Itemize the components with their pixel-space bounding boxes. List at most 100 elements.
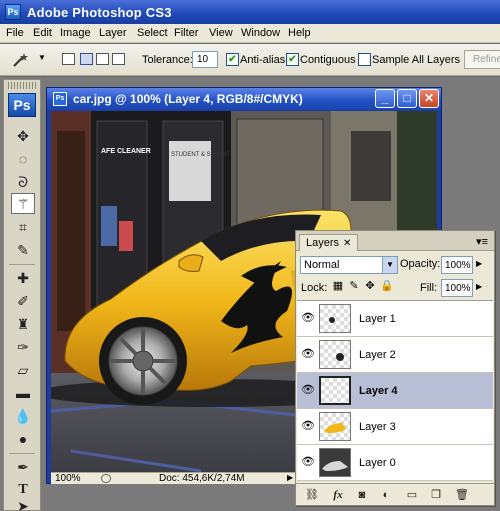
layer-name: Layer 2 [359,349,396,361]
menu-select[interactable]: Select [137,27,168,39]
toolbox-divider [9,264,35,265]
move-tool-icon[interactable]: ✥ [11,126,35,147]
app-title: Adobe Photoshop CS3 [27,5,172,20]
dodge-tool-icon[interactable]: ● [11,429,35,450]
layer-name: Layer 4 [359,385,398,397]
magic-wand-tool-icon[interactable]: ⚚ [11,193,35,214]
layer-style-fx-icon[interactable]: fx [330,488,346,502]
tab-layers-label: Layers [306,237,340,249]
photoshop-logo[interactable]: Ps [8,93,36,117]
tolerance-input[interactable]: 10 [192,51,218,68]
sample-all-layers-checkbox[interactable] [358,53,371,66]
menu-view[interactable]: View [209,27,233,39]
panel-menu-icon[interactable]: ▾≡ [476,235,488,248]
layers-bottom-bar: ⛓ fx ◙ ◐ ▭ ❐ 🗑 [296,483,494,505]
clone-stamp-tool-icon[interactable]: ♜ [11,314,35,335]
menu-help[interactable]: Help [288,27,311,39]
link-layers-icon[interactable]: ⛓ [304,488,320,502]
fill-slider-arrow-icon[interactable]: ▶ [476,282,482,291]
lock-all-icon[interactable]: 🔒 [380,280,394,292]
menu-window[interactable]: Window [241,27,280,39]
anti-alias-checkbox[interactable]: ✔ [226,53,239,66]
opacity-input[interactable]: 100% [441,256,473,274]
layer-list: 👁 Layer 1 👁 Layer 2 👁 Layer 4 👁 Layer 3 [297,300,493,481]
eyedropper-tool-icon[interactable]: ✎ [11,240,35,261]
marquee-tool-icon[interactable]: ◌ [11,149,35,170]
visibility-eye-icon[interactable]: 👁 [301,420,315,432]
photoshop-app-icon: Ps [5,4,21,20]
layer-name: Layer 0 [359,457,396,469]
blur-tool-icon[interactable]: 💧 [11,406,35,427]
layer-row[interactable]: 👁 Layer 4 [297,373,493,409]
intersect-selection-icon[interactable] [112,53,125,65]
lock-transparency-icon[interactable]: ▦ [332,280,344,292]
gradient-tool-icon[interactable]: ▬ [11,383,35,404]
contiguous-checkbox[interactable]: ✔ [286,53,299,66]
adjustment-layer-icon[interactable]: ◐ [378,488,394,502]
toolbox-grip[interactable] [8,82,36,89]
menu-layer[interactable]: Layer [99,27,127,39]
tolerance-label: Tolerance: [142,54,193,66]
fill-label: Fill: [420,282,438,294]
add-to-selection-icon[interactable] [80,53,93,65]
document-size-info[interactable]: Doc: 454,6K/2,74M [159,473,245,484]
chevron-down-icon[interactable]: ▼ [382,257,397,273]
status-menu-arrow-icon[interactable]: ▶ [287,473,293,482]
status-icon[interactable] [101,474,111,483]
tab-layers[interactable]: Layers ✕ [299,234,359,251]
menu-edit[interactable]: Edit [33,27,52,39]
pen-tool-icon[interactable]: ✒ [11,457,35,478]
layer-row[interactable]: 👁 Layer 0 [297,445,493,481]
delete-layer-icon[interactable]: 🗑 [454,488,470,502]
lock-image-icon[interactable]: ✎ [348,280,360,292]
layer-name: Layer 1 [359,313,396,325]
add-mask-icon[interactable]: ◙ [354,488,370,502]
layer-row[interactable]: 👁 Layer 1 [297,301,493,337]
new-selection-icon[interactable] [62,53,75,65]
layer-row[interactable]: 👁 Layer 3 [297,409,493,445]
close-button[interactable]: ✕ [419,89,439,108]
anti-alias-label: Anti-alias [240,54,286,66]
lock-label: Lock: [301,282,328,294]
lock-position-icon[interactable]: ✥ [364,280,376,292]
document-icon: Ps [53,92,67,106]
type-tool-icon[interactable]: T [11,479,35,500]
layer-thumbnail [319,448,351,477]
history-brush-tool-icon[interactable]: ✑ [11,337,35,358]
visibility-eye-icon[interactable]: 👁 [301,348,315,360]
brush-tool-icon[interactable]: ✐ [11,291,35,312]
tool-preset-dropdown-icon[interactable]: ▼ [38,53,46,62]
magic-wand-preset-icon[interactable] [10,51,32,69]
layer-row[interactable]: 👁 Layer 2 [297,337,493,373]
sample-all-layers-label: Sample All Layers [372,54,461,66]
menu-file[interactable]: File [6,27,24,39]
app-titlebar: Ps Adobe Photoshop CS3 [0,0,500,24]
fill-input[interactable]: 100% [441,279,473,297]
eraser-tool-icon[interactable]: ▱ [11,360,35,381]
subtract-selection-icon[interactable] [96,53,109,65]
layers-tabstrip: Layers ✕ ▾≡ [296,231,494,251]
tab-close-icon[interactable]: ✕ [343,238,351,249]
refine-edge-button[interactable]: Refine [464,50,500,69]
zoom-level[interactable]: 100% [55,473,81,484]
blend-mode-select[interactable]: Normal ▼ [300,256,398,274]
document-titlebar[interactable]: Ps car.jpg @ 100% (Layer 4, RGB/8#/CMYK)… [47,88,441,110]
visibility-eye-icon[interactable]: 👁 [301,312,315,324]
opacity-label: Opacity: [400,258,441,270]
new-layer-icon[interactable]: ❐ [428,488,444,502]
minimize-button[interactable]: _ [375,89,395,108]
shop-sign-text: AFE CLEANER [101,148,151,155]
healing-brush-tool-icon[interactable]: ✚ [11,268,35,289]
options-bar: ▼ Tolerance: 10 ✔ Anti-alias ✔ Contiguou… [0,44,500,76]
maximize-button[interactable]: □ [397,89,417,108]
lasso-tool-icon[interactable]: ᘐ [11,172,35,193]
path-selection-tool-icon[interactable]: ➤ [11,499,35,511]
crop-tool-icon[interactable]: ⌗ [11,217,35,238]
contiguous-label: Contiguous [300,54,356,66]
visibility-eye-icon[interactable]: 👁 [301,456,315,468]
opacity-slider-arrow-icon[interactable]: ▶ [476,259,482,268]
menu-filter[interactable]: Filter [174,27,198,39]
menu-image[interactable]: Image [60,27,91,39]
visibility-eye-icon[interactable]: 👁 [301,384,315,396]
new-group-icon[interactable]: ▭ [404,488,420,502]
